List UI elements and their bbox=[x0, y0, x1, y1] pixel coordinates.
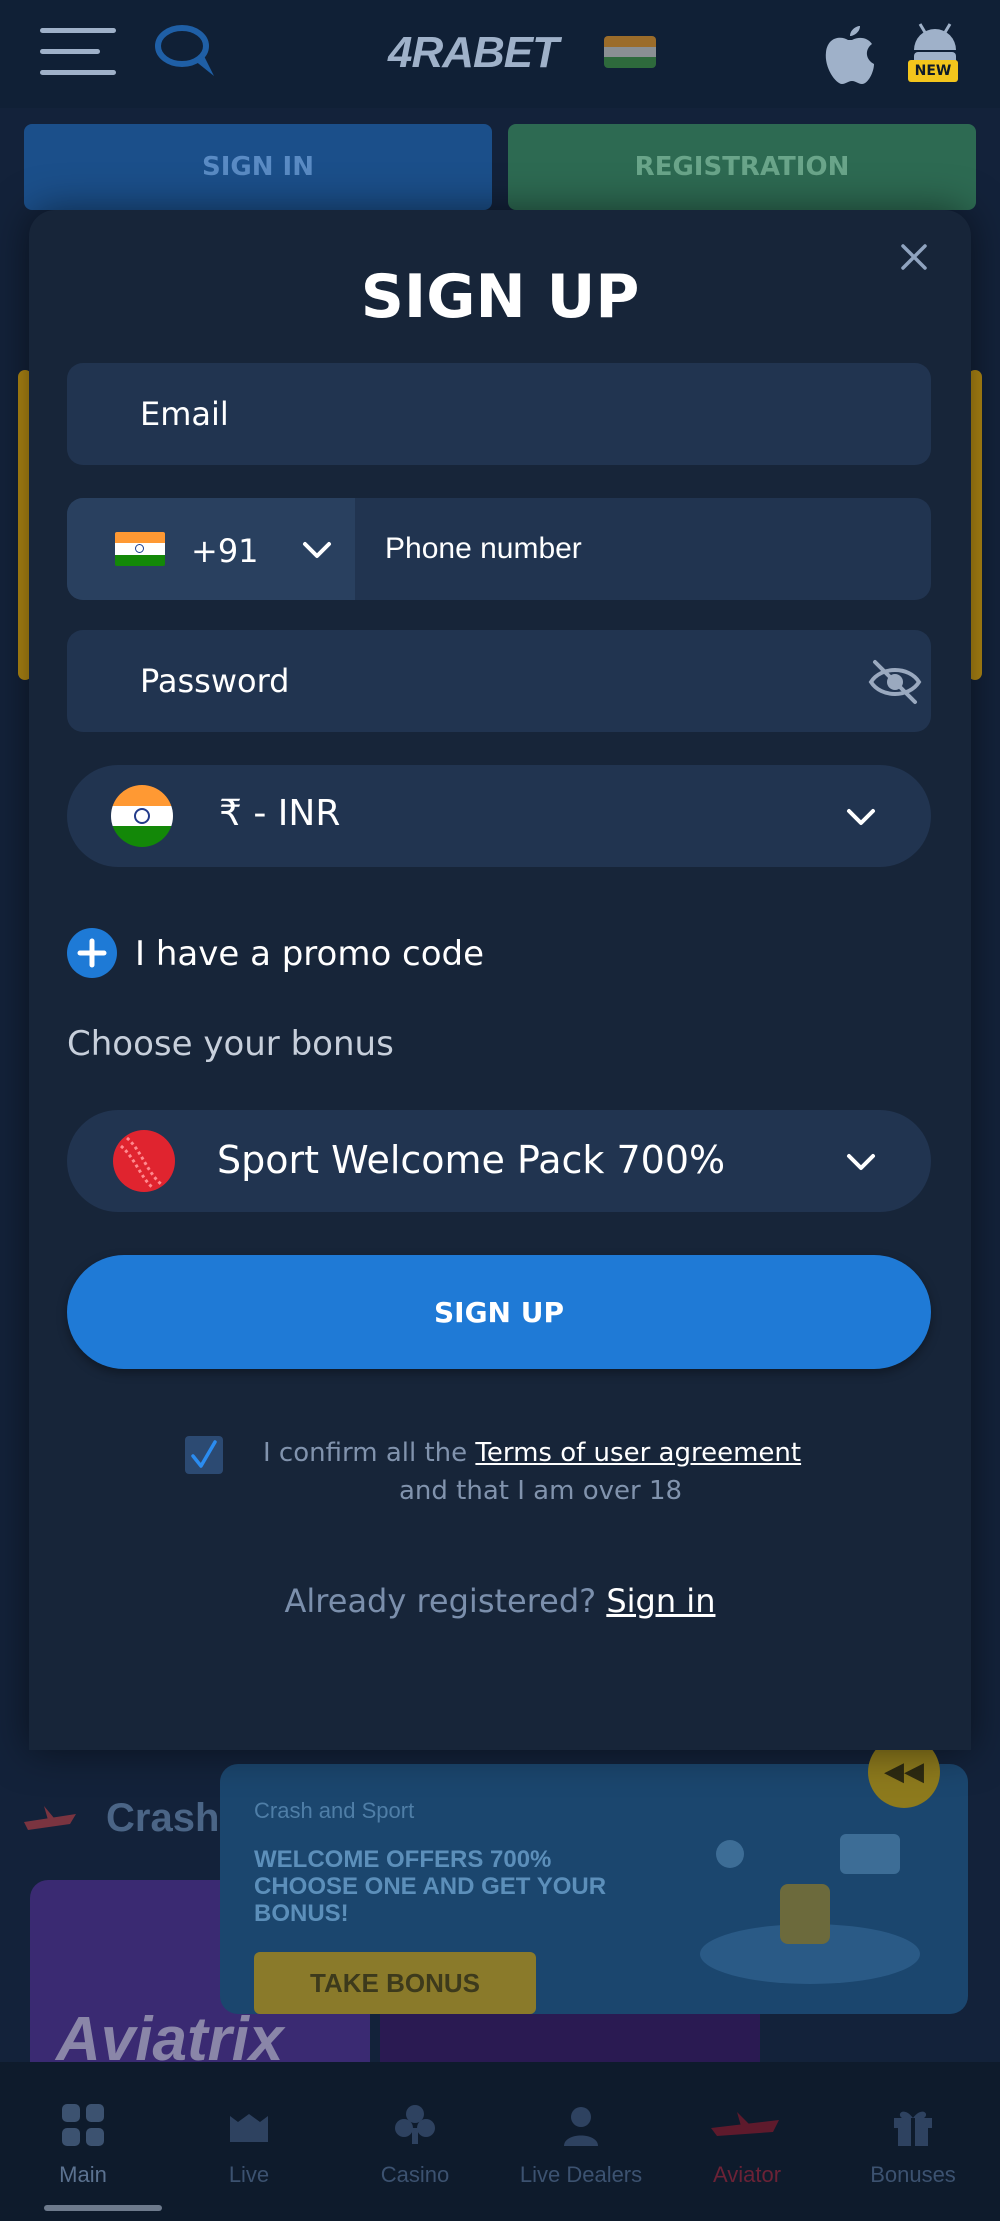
bonus-select[interactable]: Sport Welcome Pack 700% bbox=[67, 1110, 931, 1212]
bonus-value: Sport Welcome Pack 700% bbox=[217, 1138, 726, 1182]
bottom-nav: Main Live Casino Live Dealers Aviator Bo… bbox=[0, 2062, 1000, 2221]
brand-logo[interactable]: 4RABET bbox=[388, 28, 559, 77]
nav-item-casino[interactable]: Casino bbox=[332, 2102, 498, 2188]
section-title-crash: Crash bbox=[106, 1796, 220, 1840]
india-flag-icon bbox=[111, 785, 173, 847]
modal-title: SIGN UP bbox=[360, 262, 640, 332]
home-indicator bbox=[44, 2205, 162, 2211]
take-bonus-button[interactable]: TAKE BONUS bbox=[254, 1952, 536, 2014]
currency-value: ₹ - INR bbox=[219, 793, 341, 834]
tab-registration[interactable]: REGISTRATION bbox=[508, 124, 976, 210]
password-field-wrapper bbox=[67, 630, 931, 732]
signup-modal: SIGN UP +91 ₹ - INR bbox=[29, 210, 971, 1750]
promo-headline: WELCOME OFFERS 700% CHOOSE ONE AND GET Y… bbox=[254, 1846, 607, 1927]
phone-number-input[interactable] bbox=[355, 498, 931, 600]
chevron-down-icon bbox=[303, 542, 331, 558]
india-flag-icon bbox=[115, 532, 165, 566]
checkmark-icon bbox=[191, 1440, 217, 1468]
promo-subtitle: Crash and Sport bbox=[254, 1798, 415, 1823]
nav-label: Bonuses bbox=[870, 2162, 956, 2187]
trophy-illustration bbox=[700, 1834, 920, 1984]
aviator-plane-icon bbox=[711, 2112, 779, 2136]
auth-tabs: SIGN IN REGISTRATION bbox=[24, 124, 976, 212]
bonus-heading: Choose your bonus bbox=[67, 1024, 394, 1064]
nav-label: Live Dealers bbox=[519, 2162, 643, 2187]
sign-up-button[interactable]: SIGN UP bbox=[67, 1255, 931, 1369]
password-input[interactable] bbox=[67, 630, 931, 732]
eye-off-icon[interactable] bbox=[867, 658, 923, 706]
nav-item-live-dealers[interactable]: Live Dealers bbox=[498, 2102, 664, 2188]
nav-label: Aviator bbox=[712, 2162, 782, 2187]
new-badge: NEW bbox=[908, 60, 958, 82]
nav-label: Casino bbox=[380, 2162, 450, 2187]
gift-icon bbox=[894, 2111, 932, 2146]
already-registered-text: Already registered? bbox=[284, 1582, 607, 1620]
nav-label: Main bbox=[59, 2162, 107, 2187]
currency-select[interactable]: ₹ - INR bbox=[67, 765, 931, 867]
chat-icon[interactable] bbox=[154, 22, 220, 82]
terms-row: I confirm all the Terms of user agreemen… bbox=[29, 1430, 971, 1530]
promo-banner: Crash and Sport WELCOME OFFERS 700% CHOO… bbox=[220, 1764, 968, 2014]
email-field-wrapper bbox=[67, 363, 931, 465]
phone-country-code: +91 bbox=[191, 532, 259, 570]
promo-code-toggle[interactable]: I have a promo code bbox=[67, 922, 567, 982]
plus-icon bbox=[67, 928, 117, 978]
nav-item-bonuses[interactable]: Bonuses bbox=[830, 2102, 996, 2188]
already-registered-row: Already registered? Sign in bbox=[29, 1582, 971, 1620]
terms-age-text: and that I am over 18 bbox=[399, 1476, 683, 1506]
club-icon bbox=[395, 2105, 435, 2144]
nav-item-main[interactable]: Main bbox=[0, 2102, 166, 2188]
plane-icon bbox=[24, 1806, 76, 1830]
country-code-select[interactable]: +91 bbox=[67, 498, 355, 600]
nav-item-aviator[interactable]: Aviator bbox=[664, 2102, 830, 2188]
chevron-down-icon bbox=[847, 809, 875, 825]
terms-link[interactable]: Terms of user agreement bbox=[475, 1438, 801, 1468]
sign-in-link[interactable]: Sign in bbox=[606, 1582, 715, 1620]
tab-sign-in[interactable]: SIGN IN bbox=[24, 124, 492, 210]
dealer-icon bbox=[564, 2107, 598, 2146]
terms-text: I confirm all the Terms of user agreemen… bbox=[263, 1438, 801, 1468]
terms-checkbox[interactable] bbox=[185, 1436, 223, 1474]
promo-code-label: I have a promo code bbox=[135, 934, 485, 974]
nav-label: Live bbox=[228, 2162, 270, 2187]
email-field[interactable] bbox=[67, 363, 931, 465]
apple-icon[interactable] bbox=[820, 24, 876, 86]
menu-icon[interactable] bbox=[40, 28, 116, 78]
cricket-ball-icon bbox=[113, 1130, 175, 1192]
india-flag-icon bbox=[604, 36, 656, 68]
chevron-down-icon bbox=[847, 1154, 875, 1170]
phone-field-wrapper: +91 bbox=[67, 498, 931, 600]
stadium-icon bbox=[230, 2114, 268, 2142]
nav-item-live[interactable]: Live bbox=[166, 2102, 332, 2188]
top-header: 4RABET NEW bbox=[0, 0, 1000, 108]
terms-prefix: I confirm all the bbox=[263, 1438, 476, 1468]
grid-icon bbox=[62, 2104, 104, 2146]
